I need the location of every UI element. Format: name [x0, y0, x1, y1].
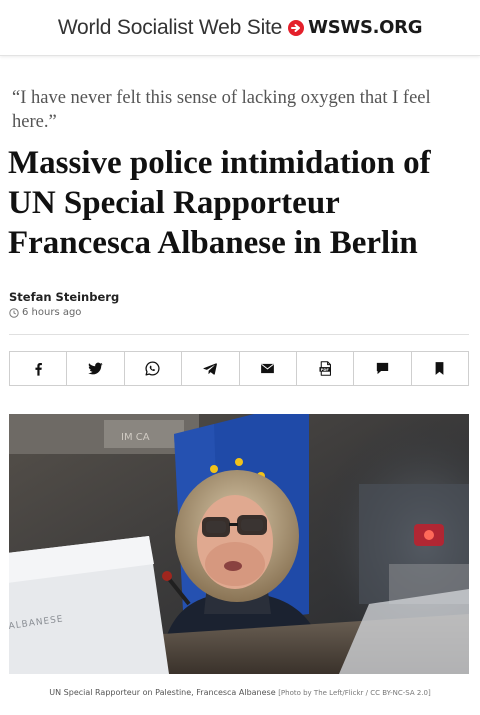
- email-icon: [261, 363, 275, 374]
- share-telegram-button[interactable]: [182, 352, 240, 385]
- article-kicker: “I have never felt this sense of lacking…: [12, 88, 431, 132]
- pdf-icon: PDF: [319, 361, 331, 376]
- comment-button[interactable]: [354, 352, 412, 385]
- whatsapp-icon: [145, 361, 161, 376]
- comment-icon: [376, 362, 389, 375]
- photo-caption: UN Special Rapporteur on Palestine, Fran…: [0, 688, 480, 697]
- twitter-icon: [88, 362, 103, 375]
- publish-time: 6 hours ago: [9, 307, 81, 318]
- article-photo[interactable]: IM CA ALBANESE: [9, 414, 469, 674]
- share-whatsapp-button[interactable]: [124, 352, 183, 385]
- red-circle-arrow-icon[interactable]: [288, 19, 305, 36]
- site-header: World Socialist Web Site WSWS.ORG: [0, 0, 480, 56]
- share-bar: PDF: [9, 351, 469, 386]
- time-ago: 6 hours ago: [22, 307, 82, 318]
- divider: [9, 334, 469, 335]
- article-headline: Massive police intimidation of UN Specia…: [8, 145, 431, 261]
- clock-icon: [9, 307, 19, 318]
- photo-illustration: IM CA ALBANESE: [9, 414, 469, 674]
- site-name[interactable]: World Socialist Web Site: [58, 16, 283, 40]
- svg-text:IM CA: IM CA: [121, 432, 150, 443]
- facebook-icon: [35, 363, 42, 376]
- share-twitter-button[interactable]: [67, 352, 125, 385]
- caption-text: UN Special Rapporteur on Palestine, Fran…: [49, 688, 276, 697]
- share-facebook-button[interactable]: [10, 352, 68, 385]
- download-pdf-button[interactable]: PDF: [296, 352, 355, 385]
- bookmark-icon: [435, 362, 444, 375]
- svg-text:PDF: PDF: [320, 368, 329, 372]
- telegram-icon: [203, 363, 217, 375]
- site-domain[interactable]: WSWS.ORG: [308, 17, 422, 38]
- bookmark-button[interactable]: [411, 352, 468, 385]
- photo-credit[interactable]: [Photo by The Left/Flickr / CC BY-NC-SA …: [278, 689, 431, 697]
- share-email-button[interactable]: [239, 352, 297, 385]
- author-name[interactable]: Stefan Steinberg: [9, 290, 119, 304]
